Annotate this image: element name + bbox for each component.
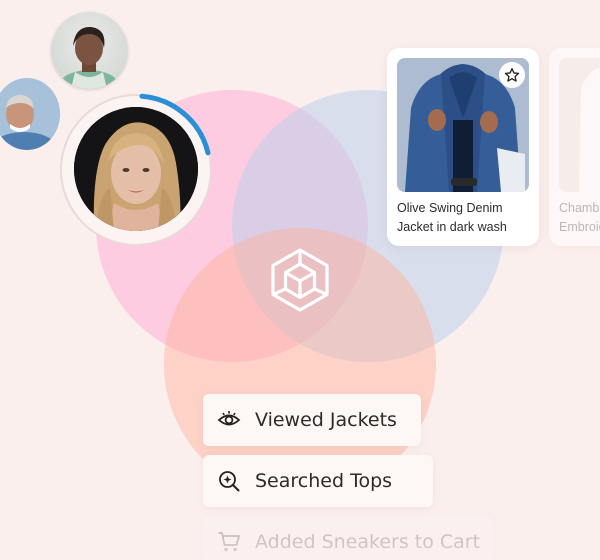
person-photo-icon (59, 26, 119, 89)
activity-label: Searched Tops (255, 470, 393, 492)
product-title: Chambray Embroidered (559, 201, 600, 234)
product-card[interactable]: Chambray Embroidered (549, 48, 600, 246)
star-icon (504, 68, 520, 82)
favorite-button[interactable] (499, 62, 525, 88)
avatar-woman-top[interactable] (51, 12, 128, 89)
product-title: Olive Swing Denim Jacket in dark wash (397, 201, 507, 234)
activity-chip-cart[interactable]: Added Sneakers to Cart (203, 516, 493, 560)
search-sparkle-icon (219, 471, 240, 492)
activity-label: Viewed Jackets (255, 409, 397, 431)
profile-progress-arc (139, 93, 211, 156)
activity-chip-viewed[interactable]: Viewed Jackets (203, 394, 421, 446)
activity-chip-searched[interactable]: Searched Tops (203, 455, 433, 507)
product-image (559, 58, 600, 192)
product-card[interactable]: Olive Swing Denim Jacket in dark wash (387, 48, 539, 246)
personalization-canvas: Olive Swing Denim Jacket in dark wash Ch… (0, 0, 600, 560)
shirt-photo-icon (559, 58, 600, 192)
product-image (397, 58, 529, 192)
avatar-man-left[interactable] (0, 78, 60, 150)
eye-icon (217, 411, 241, 426)
activity-label: Added Sneakers to Cart (255, 531, 481, 553)
person-photo-icon (0, 78, 60, 150)
cart-icon (218, 532, 240, 552)
cube-icon (271, 248, 329, 312)
